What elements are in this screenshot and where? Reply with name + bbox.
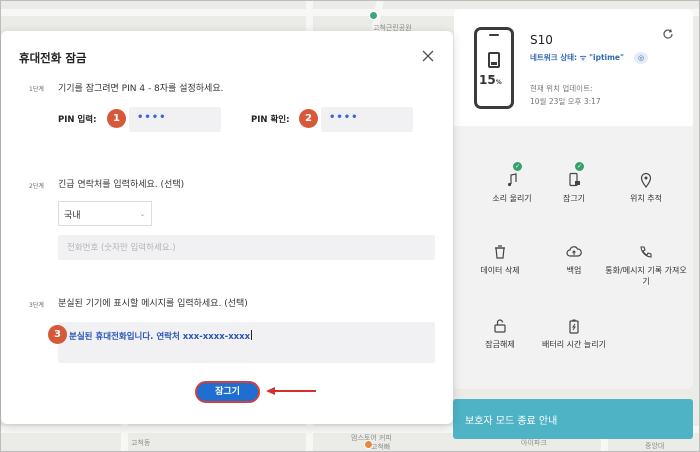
country-select-value: 국내 (64, 211, 81, 221)
callout-2: 2 (299, 109, 318, 128)
action-label: 배터리 시간 늘리기 (542, 340, 606, 349)
map-label: 아이파크 (521, 439, 547, 447)
phone-lock-icon: ✓ (566, 162, 584, 188)
lost-message-input[interactable]: 분실된 휴대전화입니다. 연락처 xxx-xxxx-xxxx (58, 322, 435, 363)
map-label: 중앙대 (645, 442, 665, 450)
battery-icon (488, 52, 500, 68)
device-info-card: 15% S10 네트워크 상태: ᯤ "iptime" ◎ 현재 위치 업데이트… (454, 9, 693, 126)
lock-button[interactable]: 잠그기 (195, 381, 260, 403)
device-actions: ✓ 소리 울리기 ✓ 잠그기 위치 추적 데이터 삭제 백업 통화/메시지 기록… (454, 126, 693, 389)
trash-icon (492, 244, 508, 260)
pin-input-label: PIN 입력: (58, 115, 97, 125)
action-locate[interactable]: 위치 추적 (602, 172, 690, 204)
check-icon: ✓ (513, 162, 522, 171)
action-call-log[interactable]: 통화/메시지 기록 가져오기 (602, 244, 690, 287)
action-label: 위치 추적 (630, 194, 662, 203)
network-name: iptime (593, 53, 621, 62)
callout-1: 1 (107, 109, 126, 128)
step-tag: 3단계 (29, 302, 44, 309)
battery-extend-icon (566, 318, 582, 334)
step-tag: 2단계 (29, 183, 44, 190)
country-select[interactable]: 국내 ⌄ (58, 201, 152, 226)
step-instruction: 기기를 잠그려면 PIN 4 - 8자를 설정하세요. (58, 84, 224, 94)
chevron-down-icon: ⌄ (139, 211, 145, 218)
phone-number-input[interactable]: 전화번호 (숫자만 입력하세요.) (58, 235, 435, 260)
dialog-title: 휴대전화 잠금 (19, 51, 87, 65)
pin-confirm-input[interactable]: •••• (321, 107, 413, 132)
unlock-icon (492, 318, 508, 334)
step-instruction: 분실된 기기에 표시할 메시지를 입력하세요. (선택) (58, 299, 248, 309)
fingerprint-icon[interactable]: ◎ (634, 52, 648, 64)
network-status: 네트워크 상태: ᯤ "iptime" (530, 53, 624, 62)
action-label: 통화/메시지 기록 가져오기 (605, 266, 687, 286)
device-panel: 15% S10 네트워크 상태: ᯤ "iptime" ◎ 현재 위치 업데이트… (454, 9, 693, 389)
lock-phone-dialog: 휴대전화 잠금 1단계 기기를 잠그려면 PIN 4 - 8자를 설정하세요. … (1, 31, 453, 424)
pin-confirm-label: PIN 확인: (251, 115, 290, 125)
location-pin-icon (638, 172, 654, 188)
lost-message-text: 분실된 휴대전화입니다. 연락처 xxx-xxxx-xxxx (69, 332, 251, 342)
phone-icon: 15% (474, 27, 514, 109)
location-update-label: 현재 위치 업데이트: (530, 84, 593, 93)
pin-input[interactable]: •••• (129, 107, 221, 132)
location-update-time: 10월 23일 오후 3:17 (530, 97, 601, 106)
text-cursor (251, 330, 253, 340)
map-label: 고척빠 (371, 443, 391, 451)
close-icon[interactable] (421, 49, 435, 63)
callout-3: 3 (48, 325, 67, 344)
cloud-upload-icon (566, 244, 582, 260)
step-instruction: 긴급 연락처를 입력하세요. (선택) (58, 180, 185, 190)
guardian-mode-exit-bar[interactable]: 보호자 모드 종료 안내 (453, 399, 693, 439)
refresh-icon[interactable] (661, 27, 675, 41)
wifi-icon: ᯤ (579, 53, 590, 62)
step-tag: 1단계 (29, 86, 44, 93)
music-note-icon: ✓ (504, 162, 522, 188)
map-poi-marker (369, 11, 378, 20)
arrow-left-icon (266, 387, 316, 395)
call-log-icon (638, 244, 654, 260)
device-name: S10 (530, 33, 553, 47)
map-label: 고척동 (131, 439, 151, 447)
battery-level: 15% (479, 73, 502, 87)
check-icon: ✓ (575, 162, 584, 171)
action-battery[interactable]: 배터리 시간 늘리기 (530, 318, 618, 350)
